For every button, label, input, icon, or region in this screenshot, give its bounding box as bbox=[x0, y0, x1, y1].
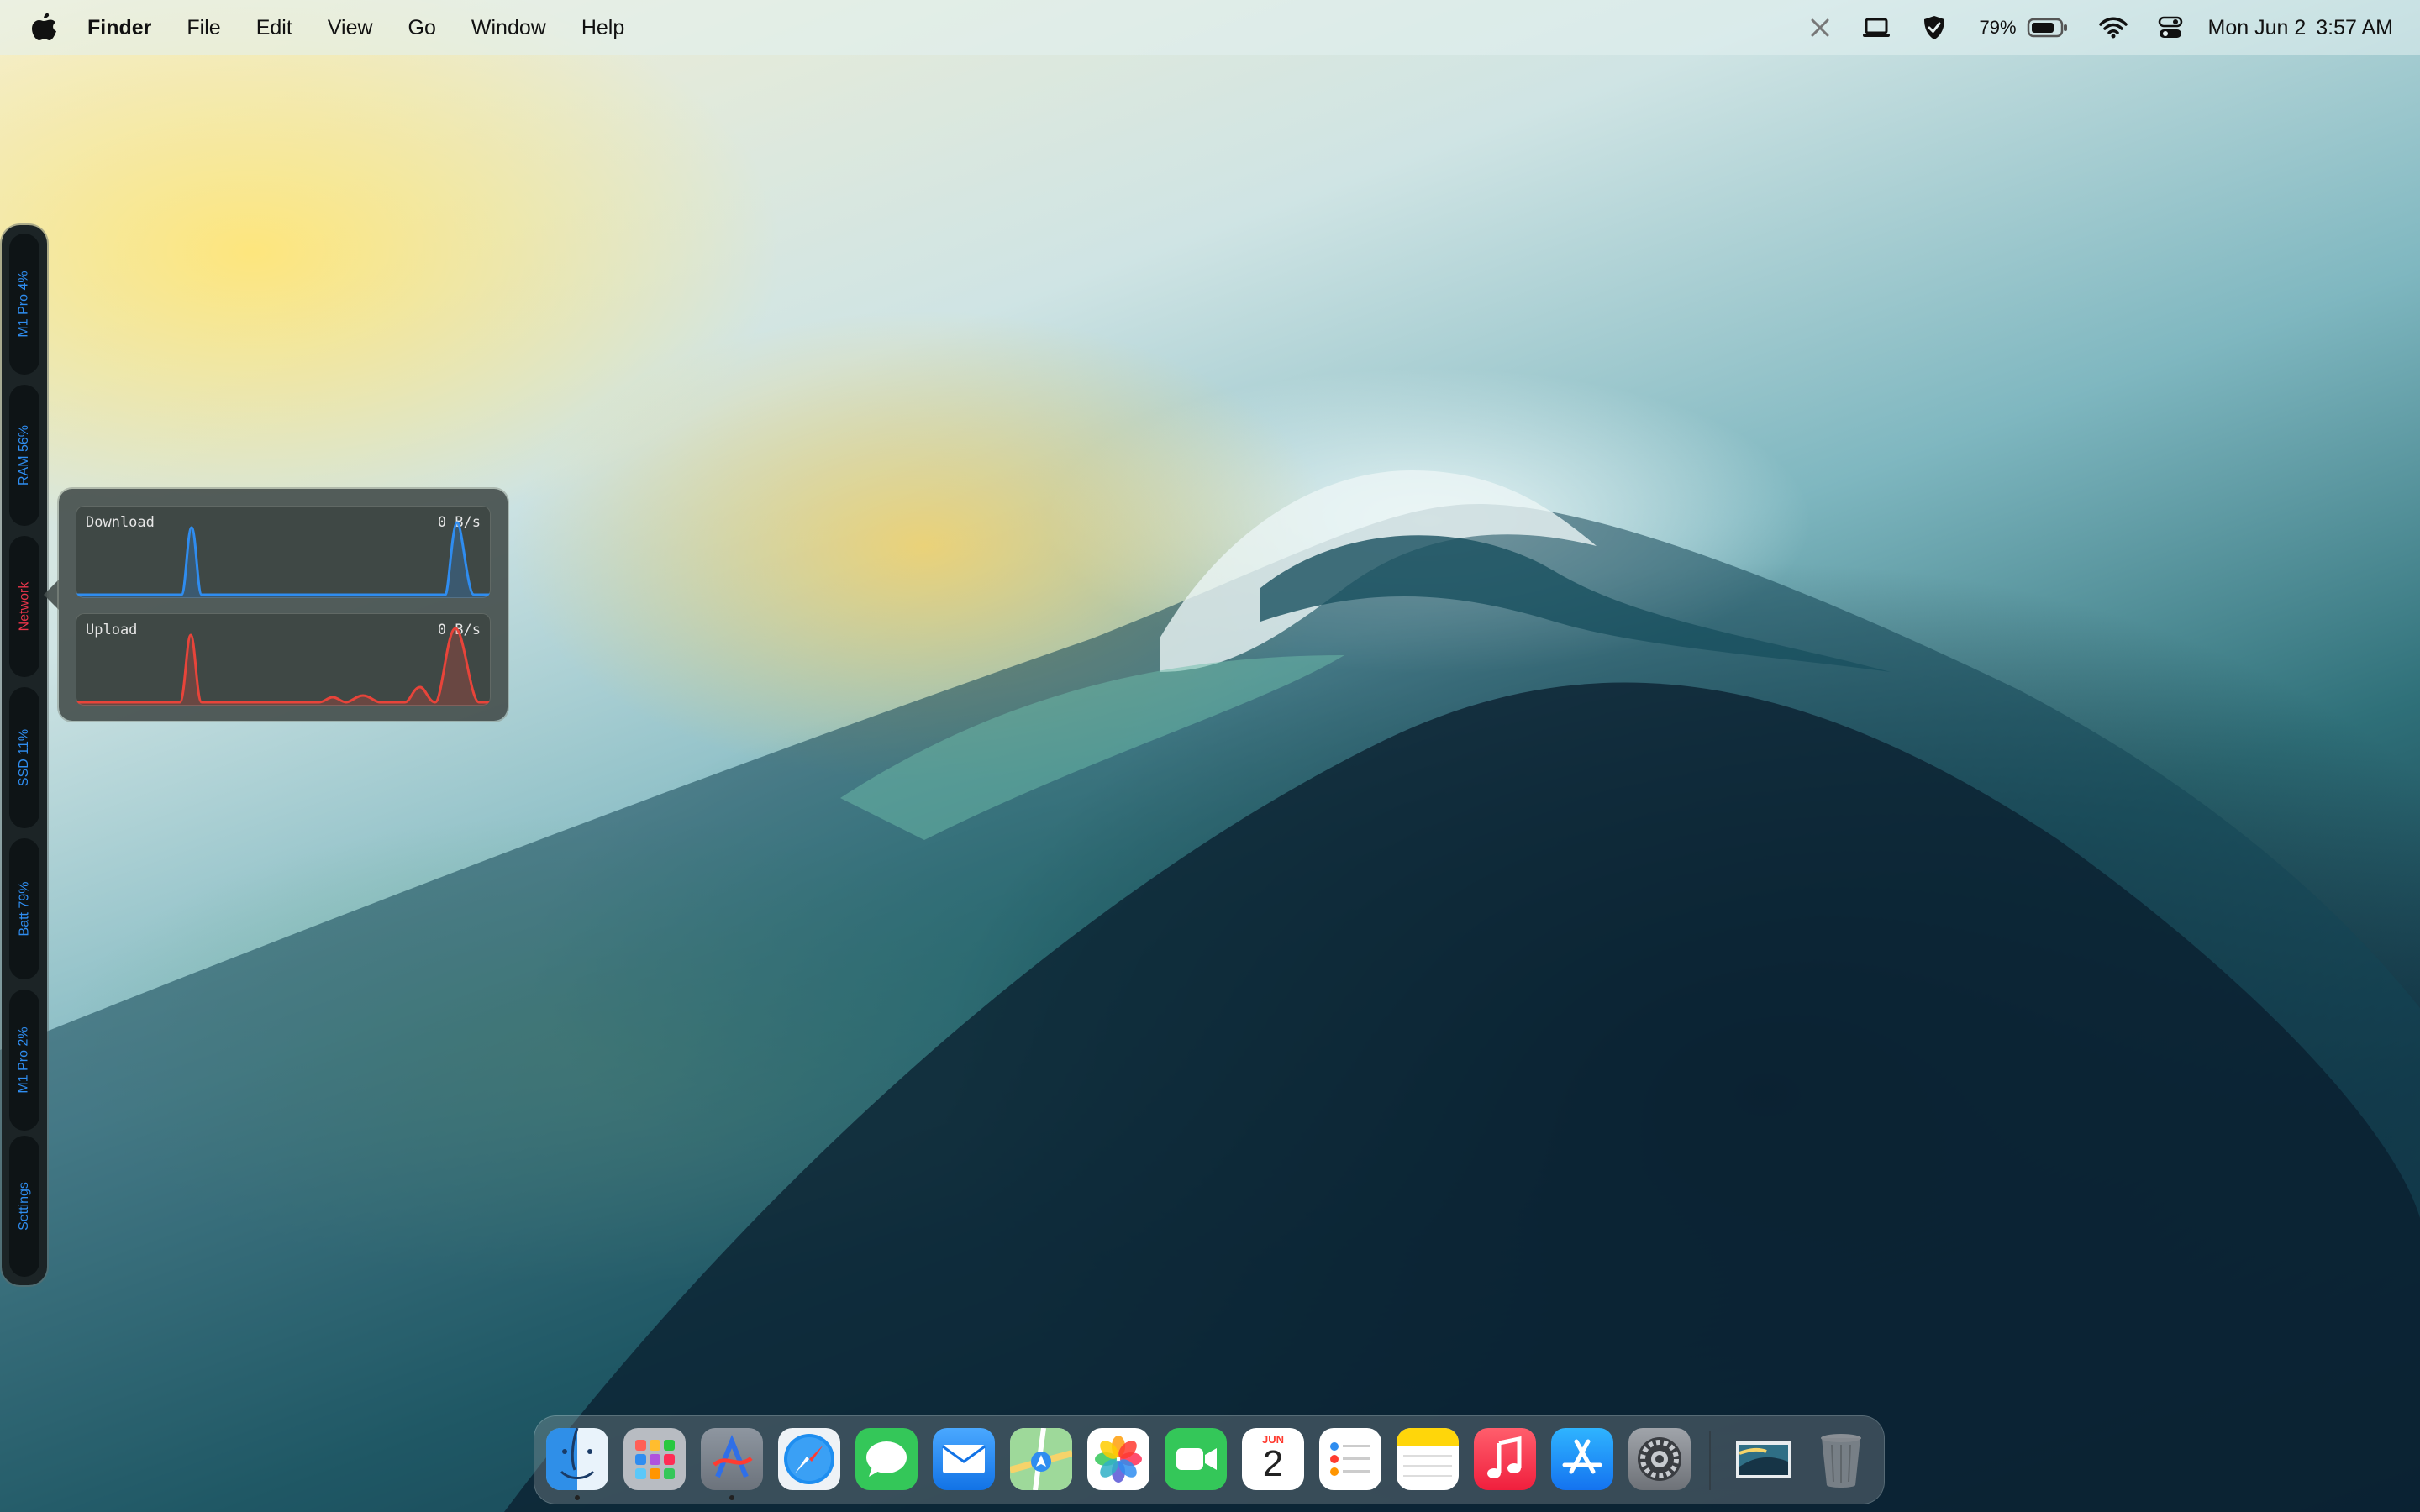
download-graph: Download 0 B/s bbox=[76, 506, 491, 598]
menu-clock[interactable]: Mon Jun 2 3:57 AM bbox=[2208, 16, 2393, 40]
sidebar-item-label: Network bbox=[17, 581, 31, 632]
upload-graph: Upload 0 B/s bbox=[76, 613, 491, 706]
calendar-icon[interactable]: JUN 2 bbox=[1242, 1428, 1304, 1490]
system-settings-icon[interactable] bbox=[1628, 1428, 1691, 1490]
safari-icon[interactable] bbox=[778, 1428, 840, 1490]
reminders-icon[interactable] bbox=[1319, 1428, 1381, 1490]
close-x-icon[interactable] bbox=[1809, 0, 1831, 55]
clock-date: Mon Jun 2 bbox=[2207, 15, 2307, 39]
sidebar-item-label: Settings bbox=[17, 1182, 31, 1231]
sidebar-item-label: M1 Pro 2% bbox=[17, 1026, 32, 1094]
popover-arrow bbox=[44, 580, 59, 610]
sidebar-item-network[interactable]: Network bbox=[9, 536, 39, 677]
launchpad-icon[interactable] bbox=[623, 1428, 686, 1490]
battery-percent[interactable]: 79% bbox=[1979, 17, 2016, 39]
menu-bar: Finder File Edit View Go Window Help 79%… bbox=[0, 0, 2420, 55]
control-center-icon[interactable] bbox=[2158, 0, 2183, 55]
calendar-day: 2 bbox=[1262, 1443, 1284, 1484]
laptop-icon[interactable] bbox=[1861, 0, 1891, 55]
sidebar-item-label: RAM 56% bbox=[17, 424, 31, 486]
menu-view[interactable]: View bbox=[328, 16, 373, 40]
dock-separator bbox=[1709, 1431, 1711, 1490]
download-sparkline bbox=[76, 521, 491, 598]
system-monitor-sidebar: M1 Pro 4% RAM 56% Network SSD 11% Batt 7… bbox=[2, 225, 47, 1285]
instruments-icon[interactable] bbox=[701, 1428, 763, 1490]
apple-menu-icon[interactable] bbox=[29, 11, 59, 45]
menu-go[interactable]: Go bbox=[408, 16, 436, 40]
notes-icon[interactable] bbox=[1397, 1428, 1459, 1490]
sidebar-item-ssd[interactable]: SSD 11% bbox=[9, 687, 39, 828]
messages-icon[interactable] bbox=[855, 1428, 918, 1490]
sidebar-item-cpu[interactable]: M1 Pro 4% bbox=[9, 234, 39, 375]
sidebar-item-battery[interactable]: Batt 79% bbox=[9, 838, 39, 979]
sidebar-item-label: SSD 11% bbox=[17, 728, 31, 787]
finder-icon[interactable] bbox=[546, 1428, 608, 1490]
sidebar-item-label: Batt 79% bbox=[17, 881, 31, 937]
menu-edit[interactable]: Edit bbox=[256, 16, 292, 40]
upload-sparkline bbox=[76, 627, 491, 706]
menu-file[interactable]: File bbox=[187, 16, 220, 40]
menu-help[interactable]: Help bbox=[581, 16, 624, 40]
network-popover: Download 0 B/s Upload 0 B/s bbox=[59, 489, 508, 721]
sidebar-item-gpu[interactable]: M1 Pro 2% bbox=[9, 990, 39, 1131]
preview-image-icon[interactable] bbox=[1733, 1428, 1795, 1490]
clock-time: 3:57 AM bbox=[2316, 15, 2393, 39]
photos-icon[interactable] bbox=[1087, 1428, 1150, 1490]
instruments-running-indicator bbox=[729, 1495, 734, 1500]
battery-icon[interactable] bbox=[2027, 0, 2069, 55]
wifi-icon[interactable] bbox=[2098, 0, 2128, 55]
facetime-icon[interactable] bbox=[1165, 1428, 1227, 1490]
wallpaper-wave bbox=[0, 470, 2420, 1512]
mail-icon[interactable] bbox=[933, 1428, 995, 1490]
finder-running-indicator bbox=[575, 1495, 580, 1500]
sidebar-item-ram[interactable]: RAM 56% bbox=[9, 385, 39, 526]
sidebar-item-label: M1 Pro 4% bbox=[17, 270, 32, 338]
trash-icon[interactable] bbox=[1810, 1428, 1872, 1490]
dock: JUN 2 bbox=[534, 1416, 1884, 1504]
app-store-icon[interactable] bbox=[1551, 1428, 1613, 1490]
shield-check-icon[interactable] bbox=[1922, 0, 1947, 55]
sidebar-item-settings[interactable]: Settings bbox=[9, 1136, 39, 1277]
menu-window[interactable]: Window bbox=[471, 16, 546, 40]
menu-app-finder[interactable]: Finder bbox=[87, 16, 151, 40]
maps-icon[interactable] bbox=[1010, 1428, 1072, 1490]
music-icon[interactable] bbox=[1474, 1428, 1536, 1490]
